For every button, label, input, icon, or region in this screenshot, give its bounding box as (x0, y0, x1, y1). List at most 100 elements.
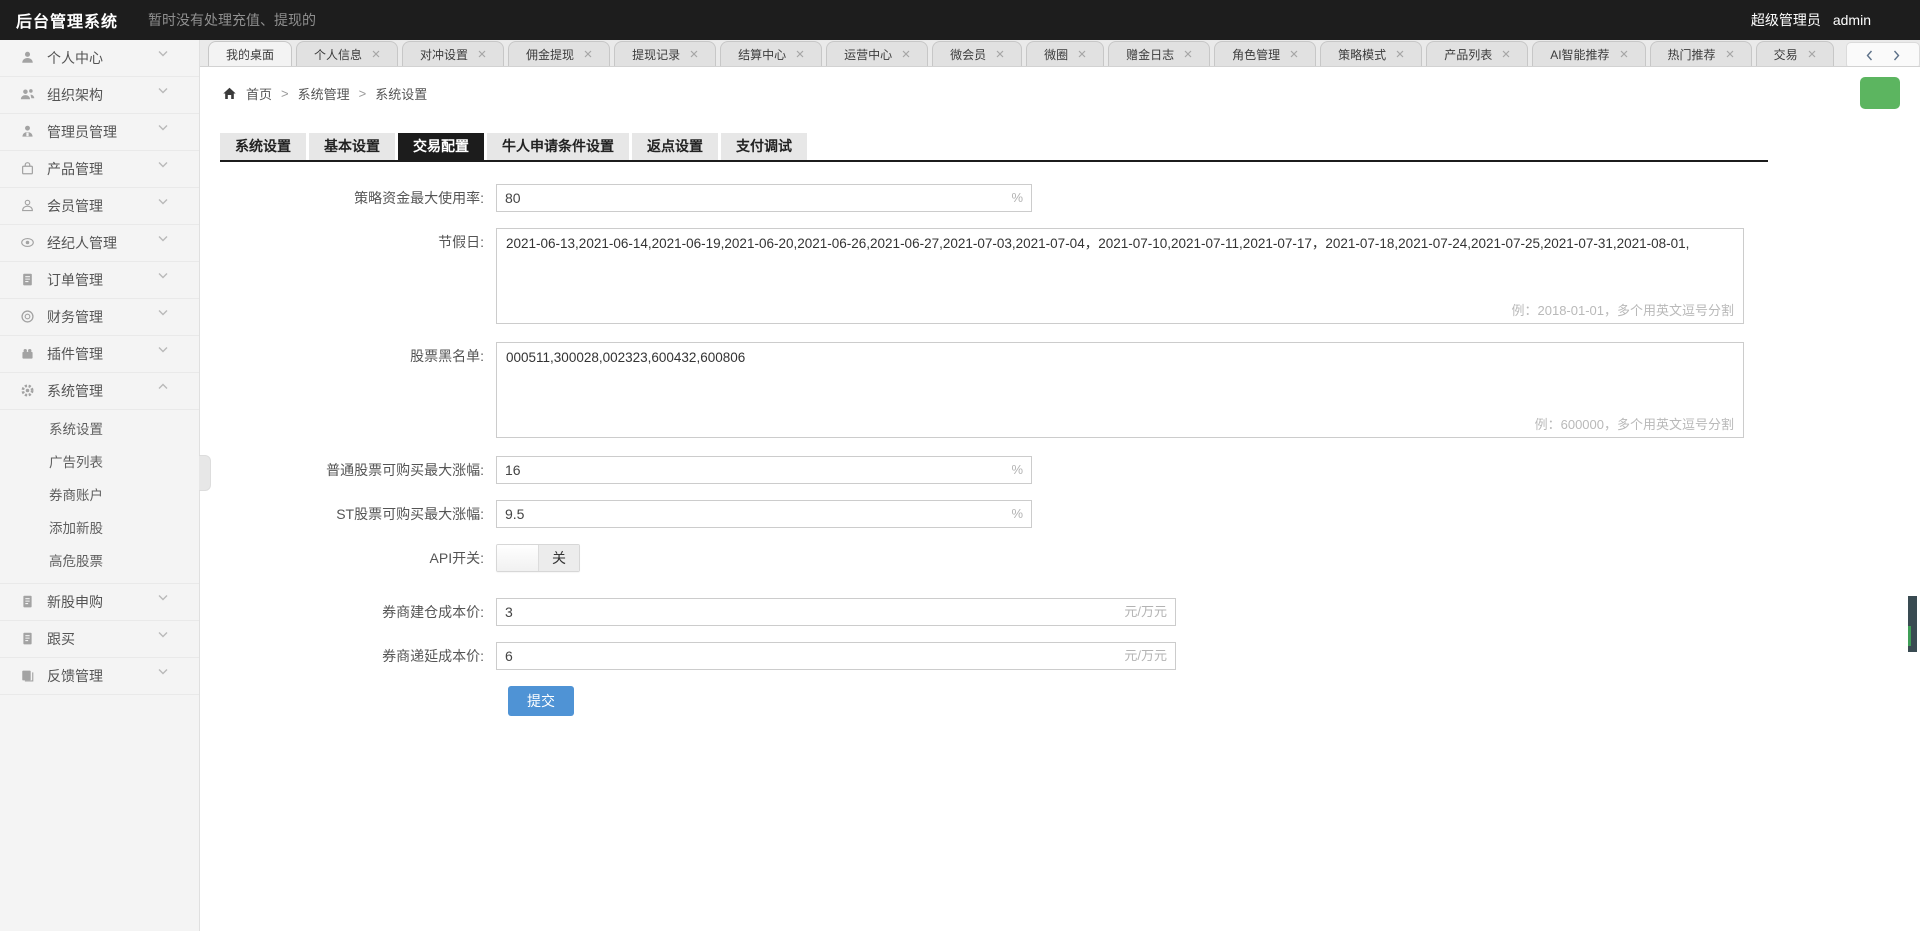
tab-item[interactable]: 运营中心 (826, 41, 929, 66)
gear-icon (20, 383, 36, 399)
sidebar-item-follow-buy[interactable]: 跟买 (0, 621, 199, 658)
max-usage-rate-input[interactable] (496, 184, 1032, 212)
sidebar-collapse-handle[interactable] (199, 455, 211, 491)
tabs-scroll-right-button[interactable] (1893, 50, 1900, 61)
sidebar-subitem-high-risk-stock[interactable]: 高危股票 (0, 545, 199, 578)
sidebar-item-product-manage[interactable]: 产品管理 (0, 151, 199, 188)
sidebar-item-plugin-manage[interactable]: 插件管理 (0, 336, 199, 373)
sidebar-item-label: 组织架构 (47, 87, 103, 103)
close-icon[interactable] (1184, 47, 1192, 61)
sidebar-item-feedback-manage[interactable]: 反馈管理 (0, 658, 199, 695)
submit-button[interactable]: 提交 (508, 686, 574, 716)
tab-item[interactable]: 赠金日志 (1108, 41, 1211, 66)
user-menu[interactable]: admin (1833, 12, 1876, 28)
order-icon (20, 272, 36, 288)
form-tab[interactable]: 返点设置 (632, 133, 718, 160)
form-tab[interactable]: 基本设置 (309, 133, 395, 160)
tabs-scroll-left-button[interactable] (1866, 50, 1873, 61)
sidebar-subitem-add-new-stock[interactable]: 添加新股 (0, 512, 199, 545)
sidebar-item-personal-center[interactable]: 个人中心 (0, 40, 199, 77)
scrollbar-thumb[interactable] (1908, 596, 1917, 652)
sidebar-item-label: 反馈管理 (47, 668, 103, 684)
chevron-down-icon (158, 87, 174, 103)
close-icon[interactable] (1396, 47, 1404, 61)
close-icon[interactable] (1502, 47, 1510, 61)
close-icon[interactable] (1290, 47, 1298, 61)
form-tab[interactable]: 牛人申请条件设置 (487, 133, 629, 160)
tab-item[interactable]: 对冲设置 (402, 41, 505, 66)
tab-item[interactable]: 结算中心 (720, 41, 823, 66)
breadcrumb-item[interactable]: 系统设置 (375, 84, 427, 103)
sidebar-item-label: 经纪人管理 (47, 235, 117, 251)
normal-stock-max-rise-label: 普通股票可购买最大涨幅: (326, 462, 484, 478)
close-icon[interactable] (1808, 47, 1816, 61)
close-icon[interactable] (1078, 47, 1086, 61)
username: admin (1832, 12, 1871, 28)
tab-item[interactable]: 热门推荐 (1649, 41, 1752, 66)
sidebar-item-member-manage[interactable]: 会员管理 (0, 188, 199, 225)
bag-icon (20, 161, 36, 177)
tab-item[interactable]: 个人信息 (296, 41, 399, 66)
stock-blacklist-textarea[interactable]: 000511,300028,002323,600432,600806 例：6000… (496, 342, 1744, 438)
form-tab[interactable]: 交易配置 (398, 133, 484, 160)
form-tab[interactable]: 支付调试 (721, 133, 807, 160)
settings-panel: 系统设置基本设置交易配置牛人申请条件设置返点设置支付调试 策略资金最大使用率:%… (220, 133, 1768, 732)
close-icon[interactable] (478, 47, 486, 61)
holidays-value: 2021-06-13,2021-06-14,2021-06-19,2021-06… (506, 236, 1690, 251)
sidebar-subitem-system-settings[interactable]: 系统设置 (0, 413, 199, 446)
close-icon[interactable] (796, 47, 804, 61)
st-stock-max-rise-input[interactable] (496, 500, 1032, 528)
tab-label: 交易 (1773, 47, 1798, 62)
close-icon[interactable] (996, 47, 1004, 61)
sidebar-item-admin-manage[interactable]: 管理员管理 (0, 114, 199, 151)
chevron-down-icon (158, 161, 174, 177)
sidebar-item-finance-manage[interactable]: 财务管理 (0, 299, 199, 336)
sidebar-item-org-structure[interactable]: 组织架构 (0, 77, 199, 114)
api-switch-toggle[interactable]: 关 (496, 544, 580, 572)
tab-item[interactable]: 微会员 (932, 41, 1023, 66)
normal-stock-max-rise-input[interactable] (496, 456, 1032, 484)
tab-item[interactable]: 佣金提现 (508, 41, 611, 66)
close-icon[interactable] (902, 47, 910, 61)
sidebar-item-order-manage[interactable]: 订单管理 (0, 262, 199, 299)
tab-item[interactable]: 交易 (1755, 41, 1834, 66)
close-icon[interactable] (1726, 47, 1734, 61)
form-tab[interactable]: 系统设置 (220, 133, 306, 160)
sidebar-item-broker-manage[interactable]: 经纪人管理 (0, 225, 199, 262)
tab-item[interactable]: 角色管理 (1214, 41, 1317, 66)
holidays-textarea[interactable]: 2021-06-13,2021-06-14,2021-06-19,2021-06… (496, 228, 1744, 324)
tab-item[interactable]: AI智能推荐 (1532, 41, 1646, 66)
tab-item[interactable]: 我的桌面 (208, 41, 293, 66)
broker-open-cost-input[interactable] (496, 598, 1176, 626)
sidebar-subitem-ad-list[interactable]: 广告列表 (0, 446, 199, 479)
plugin-icon (20, 346, 36, 362)
tab-item[interactable]: 策略模式 (1320, 41, 1423, 66)
close-icon[interactable] (1620, 47, 1628, 61)
sidebar-item-system-manage[interactable]: 系统管理 (0, 373, 199, 410)
chevron-down-icon (158, 235, 174, 251)
tab-item[interactable]: 产品列表 (1426, 41, 1529, 66)
sidebar-item-ipo-subscribe[interactable]: 新股申购 (0, 584, 199, 621)
tab-label: 赠金日志 (1126, 47, 1175, 62)
breadcrumb-item[interactable]: 系统管理 (298, 84, 350, 103)
chevron-down-icon (158, 346, 174, 362)
switch-knob (497, 545, 539, 571)
tab-item[interactable]: 微圈 (1026, 41, 1105, 66)
holidays-hint: 例：2018-01-01，多个用英文逗号分割 (1511, 302, 1735, 318)
breadcrumb-item[interactable]: 首页 (246, 84, 272, 103)
max-usage-rate-label: 策略资金最大使用率: (354, 190, 484, 206)
broker-defer-cost-input[interactable] (496, 642, 1176, 670)
close-icon[interactable] (584, 47, 592, 61)
breadcrumb-separator: > (281, 85, 289, 101)
close-icon[interactable] (690, 47, 698, 61)
tab-label: 产品列表 (1444, 47, 1493, 62)
broker-defer-cost-row: 券商递延成本价: 元/万元 (220, 642, 1768, 670)
sidebar-item-label: 跟买 (47, 631, 75, 647)
tab-item[interactable]: 提现记录 (614, 41, 717, 66)
sidebar-subitem-broker-account[interactable]: 券商账户 (0, 479, 199, 512)
sidebar-item-label: 个人中心 (47, 50, 103, 66)
breadcrumb: 首页 > 系统管理 > 系统设置 (222, 84, 427, 103)
stock-blacklist-hint: 例：600000，多个用英文逗号分割 (1534, 416, 1734, 432)
refresh-button[interactable] (1860, 77, 1900, 109)
close-icon[interactable] (372, 47, 380, 61)
